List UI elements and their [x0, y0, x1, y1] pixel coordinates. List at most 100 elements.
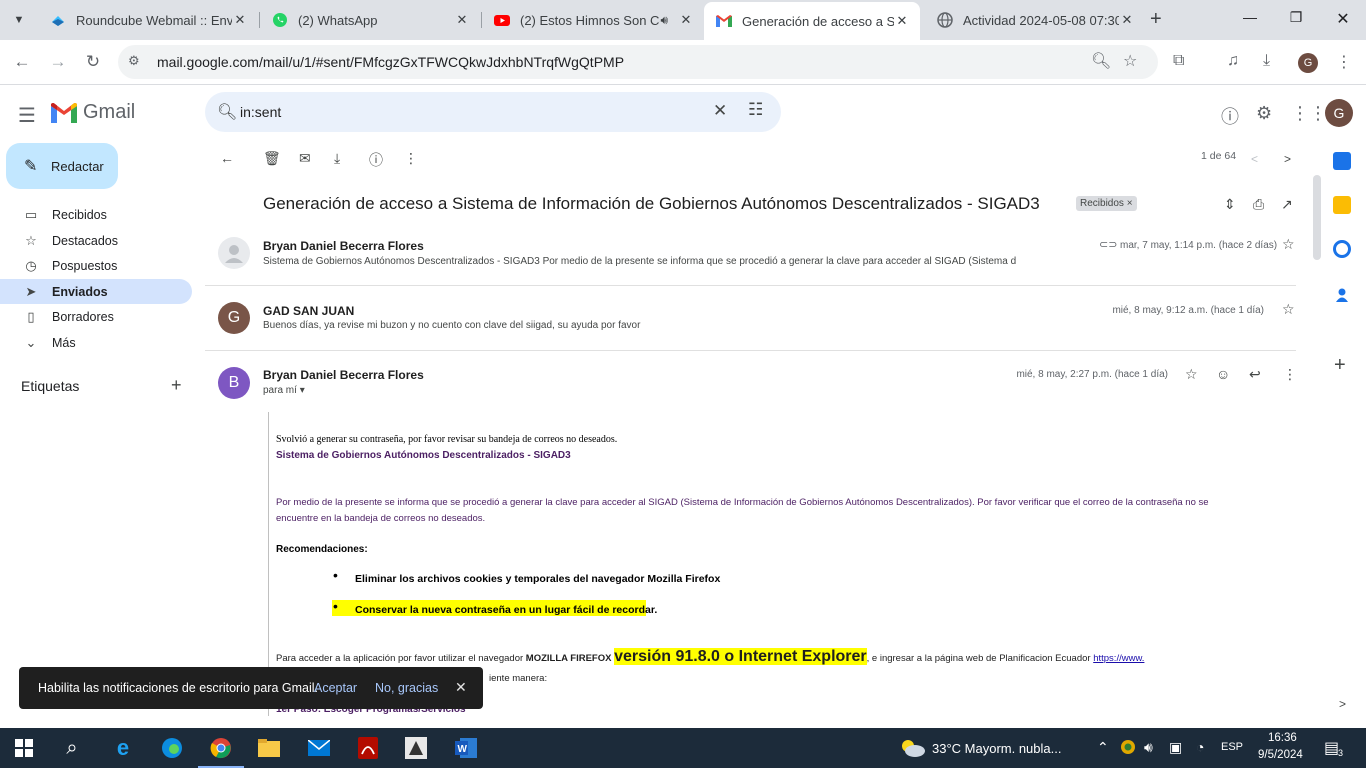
- help-icon[interactable]: ⓘ: [1221, 103, 1239, 129]
- sidebar-item-mas[interactable]: ⌄ Más: [0, 330, 192, 355]
- close-icon[interactable]: ✕: [232, 12, 248, 28]
- mail-search-bar[interactable]: 🔍︎ in:sent ✕ ☷: [205, 92, 781, 132]
- tab-roundcube[interactable]: Roundcube Webmail :: Envia ✕: [38, 4, 258, 36]
- back-icon[interactable]: ←: [11, 52, 33, 72]
- volume-icon[interactable]: 🔊︎: [1144, 739, 1153, 756]
- tab-whatsapp[interactable]: (2) WhatsApp ✕: [260, 4, 480, 36]
- search-input[interactable]: in:sent: [240, 104, 281, 120]
- close-icon[interactable]: ✕: [1119, 12, 1135, 28]
- acrobat-icon[interactable]: [355, 736, 381, 760]
- new-tab-button[interactable]: +: [1150, 9, 1162, 29]
- minimize-icon[interactable]: —: [1240, 9, 1260, 25]
- report-spam-icon[interactable]: ⓘ: [369, 150, 383, 170]
- edge-icon[interactable]: [159, 736, 185, 760]
- recipient-dropdown[interactable]: para mí ▾: [263, 385, 305, 396]
- side-panel-toggle-icon[interactable]: >: [1339, 697, 1346, 711]
- main-menu-icon[interactable]: ☰: [18, 103, 36, 128]
- more-options-icon[interactable]: ⋮: [404, 150, 418, 167]
- notification-center-icon[interactable]: ▤: [1324, 738, 1339, 758]
- chevron-up-icon[interactable]: ⌃: [1097, 739, 1109, 756]
- message-collapsed[interactable]: G GAD SAN JUAN Buenos días, ya revise mi…: [205, 286, 1305, 350]
- site-info-icon[interactable]: ⚙: [128, 53, 140, 69]
- thread-scrollbar[interactable]: [1313, 175, 1321, 260]
- close-icon[interactable]: ✕: [678, 12, 694, 28]
- language-indicator[interactable]: ESP: [1221, 741, 1243, 753]
- file-explorer-icon[interactable]: [256, 736, 282, 760]
- download-icon[interactable]: ⤓: [1263, 52, 1270, 70]
- reply-icon[interactable]: ↩: [1249, 366, 1261, 383]
- calendar-icon[interactable]: [1333, 152, 1351, 170]
- game-app-icon[interactable]: [403, 736, 429, 760]
- keep-icon[interactable]: [1333, 196, 1351, 214]
- search-icon[interactable]: ⌕: [59, 736, 85, 760]
- clock-date[interactable]: 9/5/2024: [1258, 749, 1303, 761]
- delete-icon[interactable]: 🗑︎: [263, 150, 281, 167]
- compose-button[interactable]: ✎ Redactar: [6, 143, 118, 189]
- chrome-icon[interactable]: [198, 736, 244, 768]
- chrome-menu-icon[interactable]: ⋮: [1336, 52, 1352, 72]
- star-icon[interactable]: ☆: [1185, 366, 1198, 383]
- move-to-icon[interactable]: ⤓: [334, 150, 340, 167]
- chrome-profile-avatar[interactable]: G: [1298, 53, 1318, 73]
- settings-icon[interactable]: ⚙: [1256, 103, 1272, 124]
- newer-icon[interactable]: <: [1251, 152, 1258, 166]
- clear-search-icon[interactable]: ✕: [713, 101, 727, 121]
- close-icon[interactable]: ✕: [894, 13, 910, 29]
- reload-icon[interactable]: ↻: [82, 52, 104, 72]
- decline-button[interactable]: No, gracias: [375, 681, 438, 695]
- open-new-window-icon[interactable]: ↗: [1281, 196, 1293, 213]
- address-bar[interactable]: ⚙ mail.google.com/mail/u/1/#sent/FMfcgzG…: [118, 45, 1158, 79]
- add-label-icon[interactable]: +: [171, 375, 182, 396]
- older-icon[interactable]: >: [1284, 152, 1291, 166]
- media-control-icon[interactable]: ♫: [1227, 52, 1239, 70]
- display-icon[interactable]: ▣: [1169, 739, 1182, 756]
- window-close-icon[interactable]: ✕: [1333, 9, 1353, 29]
- sidebar-item-enviados[interactable]: ➤ Enviados: [0, 279, 192, 304]
- close-icon[interactable]: ✕: [455, 679, 467, 696]
- bookmark-star-icon[interactable]: ☆: [1123, 51, 1137, 71]
- close-icon[interactable]: ✕: [454, 12, 470, 28]
- tab-youtube[interactable]: (2) Estos Himnos Son Co 🔊︎ ✕: [482, 4, 704, 36]
- forward-icon[interactable]: →: [47, 52, 69, 72]
- security-icon[interactable]: [1120, 739, 1136, 758]
- remove-label-icon[interactable]: ×: [1127, 198, 1133, 209]
- emoji-reaction-icon[interactable]: ☺: [1216, 366, 1230, 382]
- tab-gmail[interactable]: Generación de acceso a Sist ✕: [704, 2, 920, 40]
- star-icon[interactable]: ☆: [1282, 301, 1295, 318]
- print-icon[interactable]: ⎙: [1253, 196, 1264, 213]
- label-chip[interactable]: Recibidos ×: [1076, 196, 1137, 211]
- star-icon[interactable]: ☆: [1282, 236, 1295, 253]
- clock-time[interactable]: 16:36: [1268, 732, 1297, 744]
- account-avatar[interactable]: G: [1325, 99, 1353, 127]
- restore-icon[interactable]: ❐: [1286, 9, 1306, 26]
- sidebar-item-pospuestos[interactable]: ◷ Pospuestos: [0, 253, 192, 278]
- tasks-icon[interactable]: [1333, 240, 1351, 258]
- weather-text[interactable]: 33°C Mayorm. nubla...: [932, 741, 1061, 756]
- apps-grid-icon[interactable]: ⋮⋮: [1291, 103, 1327, 124]
- tab-search-button[interactable]: ▼: [6, 8, 32, 32]
- expand-all-icon[interactable]: ⇕: [1224, 196, 1236, 213]
- sidebar-item-recibidos[interactable]: ▭ Recibidos: [0, 202, 192, 227]
- sidebar-item-destacados[interactable]: ☆ Destacados: [0, 228, 192, 253]
- windows-start-icon[interactable]: [11, 736, 37, 760]
- back-to-list-icon[interactable]: ←: [220, 150, 234, 166]
- mail-app-icon[interactable]: [306, 736, 332, 760]
- get-addons-icon[interactable]: +: [1334, 354, 1346, 377]
- mark-unread-icon[interactable]: ✉: [299, 150, 311, 167]
- search-options-icon[interactable]: ☷: [748, 100, 763, 120]
- contacts-icon[interactable]: [1333, 286, 1351, 304]
- internet-explorer-icon[interactable]: e: [110, 735, 136, 760]
- weather-icon[interactable]: [900, 738, 926, 763]
- message-collapsed[interactable]: Bryan Daniel Becerra Flores Sistema de G…: [205, 230, 1305, 285]
- planificacion-link[interactable]: https://www.: [1093, 653, 1144, 664]
- sidebar-item-borradores[interactable]: ▯ Borradores: [0, 304, 192, 329]
- network-icon[interactable]: ◔: [1196, 739, 1204, 755]
- speaker-icon[interactable]: 🔊︎: [660, 13, 668, 28]
- word-icon[interactable]: W: [453, 736, 479, 760]
- tab-actividad[interactable]: Actividad 2024-05-08 07:30: ✕: [925, 4, 1145, 36]
- accept-button[interactable]: Aceptar: [314, 681, 357, 695]
- search-icon[interactable]: 🔍︎: [217, 102, 237, 122]
- message-more-icon[interactable]: ⋮: [1283, 366, 1297, 383]
- zoom-icon[interactable]: 🔍︎: [1091, 51, 1111, 71]
- gmail-logo[interactable]: Gmail: [51, 101, 135, 124]
